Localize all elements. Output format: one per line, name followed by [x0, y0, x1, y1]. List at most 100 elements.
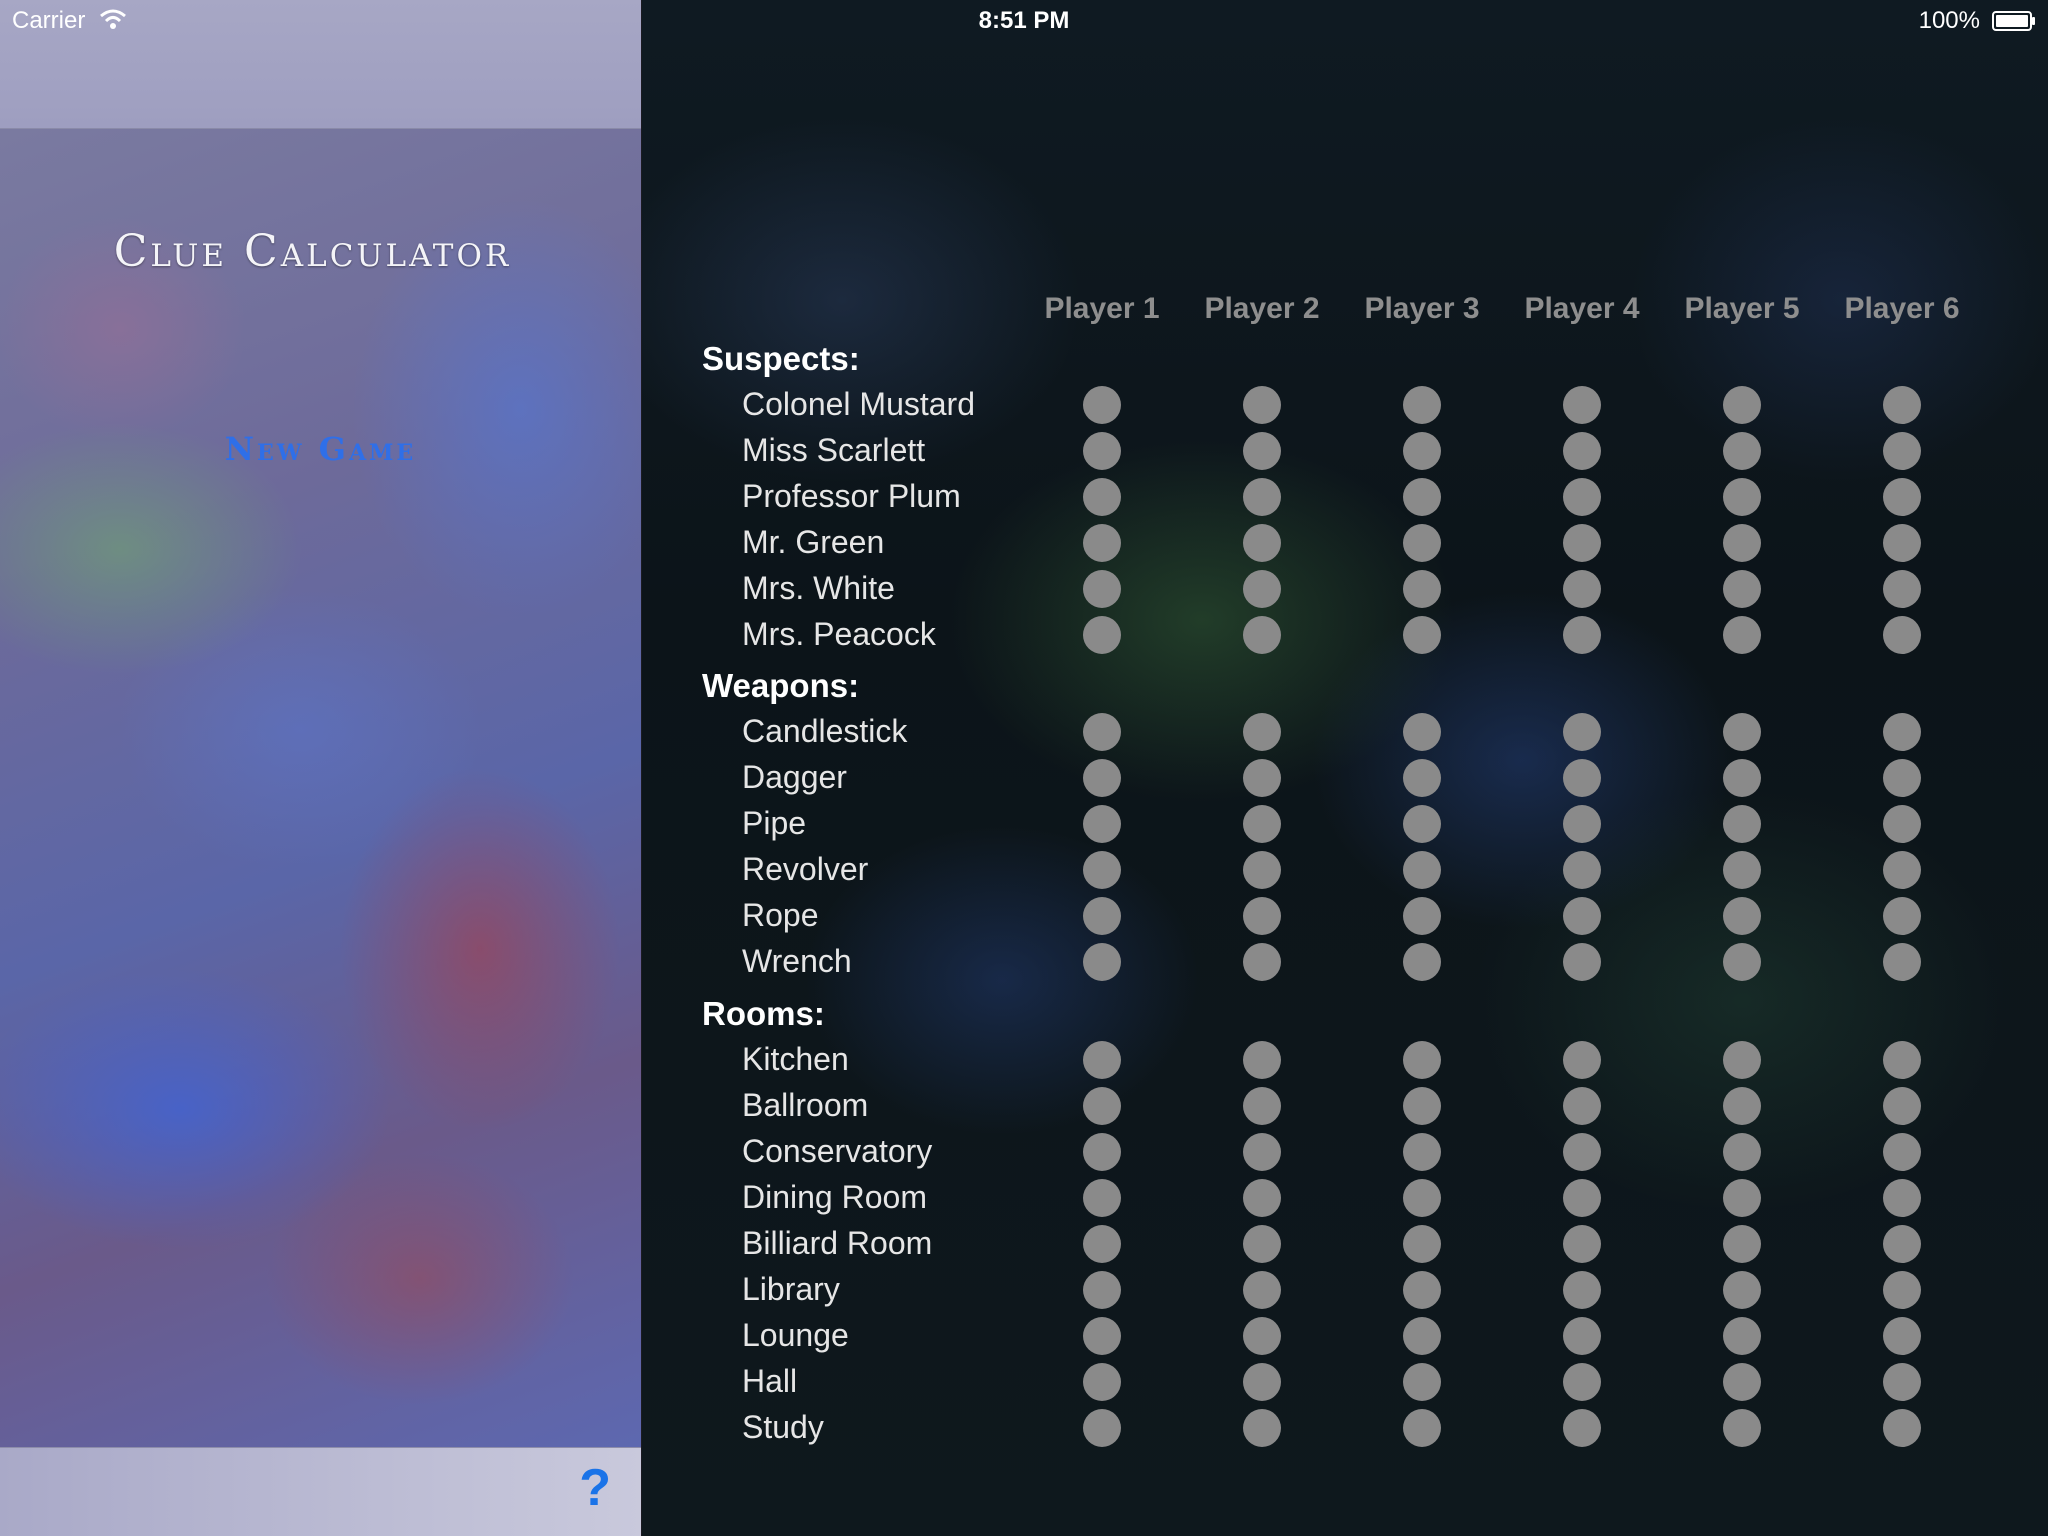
- card-status-dot[interactable]: [1563, 616, 1601, 654]
- card-status-dot[interactable]: [1083, 524, 1121, 562]
- card-status-dot[interactable]: [1723, 1363, 1761, 1401]
- card-status-dot[interactable]: [1723, 616, 1761, 654]
- card-status-dot[interactable]: [1403, 897, 1441, 935]
- card-status-dot[interactable]: [1883, 524, 1921, 562]
- card-status-dot[interactable]: [1243, 1133, 1281, 1171]
- card-status-dot[interactable]: [1563, 851, 1601, 889]
- card-status-dot[interactable]: [1403, 851, 1441, 889]
- card-status-dot[interactable]: [1883, 616, 1921, 654]
- card-status-dot[interactable]: [1243, 1225, 1281, 1263]
- card-status-dot[interactable]: [1883, 1317, 1921, 1355]
- card-status-dot[interactable]: [1243, 1041, 1281, 1079]
- card-status-dot[interactable]: [1243, 478, 1281, 516]
- card-status-dot[interactable]: [1243, 1409, 1281, 1447]
- card-status-dot[interactable]: [1403, 943, 1441, 981]
- card-status-dot[interactable]: [1403, 616, 1441, 654]
- card-status-dot[interactable]: [1883, 1041, 1921, 1079]
- card-status-dot[interactable]: [1563, 1041, 1601, 1079]
- card-status-dot[interactable]: [1243, 1363, 1281, 1401]
- card-status-dot[interactable]: [1723, 386, 1761, 424]
- card-status-dot[interactable]: [1083, 1271, 1121, 1309]
- card-status-dot[interactable]: [1883, 1087, 1921, 1125]
- card-status-dot[interactable]: [1083, 851, 1121, 889]
- card-status-dot[interactable]: [1083, 1133, 1121, 1171]
- card-status-dot[interactable]: [1083, 386, 1121, 424]
- card-status-dot[interactable]: [1083, 1225, 1121, 1263]
- card-status-dot[interactable]: [1243, 570, 1281, 608]
- card-status-dot[interactable]: [1403, 759, 1441, 797]
- card-status-dot[interactable]: [1883, 759, 1921, 797]
- card-status-dot[interactable]: [1723, 478, 1761, 516]
- card-status-dot[interactable]: [1883, 386, 1921, 424]
- card-status-dot[interactable]: [1563, 1363, 1601, 1401]
- card-status-dot[interactable]: [1723, 805, 1761, 843]
- card-status-dot[interactable]: [1083, 570, 1121, 608]
- card-status-dot[interactable]: [1403, 1133, 1441, 1171]
- card-status-dot[interactable]: [1883, 805, 1921, 843]
- card-status-dot[interactable]: [1403, 1225, 1441, 1263]
- help-button[interactable]: ?: [579, 1458, 611, 1518]
- card-status-dot[interactable]: [1403, 524, 1441, 562]
- card-status-dot[interactable]: [1883, 1225, 1921, 1263]
- card-status-dot[interactable]: [1723, 713, 1761, 751]
- card-status-dot[interactable]: [1883, 897, 1921, 935]
- card-status-dot[interactable]: [1403, 1271, 1441, 1309]
- card-status-dot[interactable]: [1883, 1271, 1921, 1309]
- card-status-dot[interactable]: [1883, 1179, 1921, 1217]
- card-status-dot[interactable]: [1883, 478, 1921, 516]
- card-status-dot[interactable]: [1083, 478, 1121, 516]
- card-status-dot[interactable]: [1563, 713, 1601, 751]
- card-status-dot[interactable]: [1083, 943, 1121, 981]
- card-status-dot[interactable]: [1083, 759, 1121, 797]
- card-status-dot[interactable]: [1723, 759, 1761, 797]
- card-status-dot[interactable]: [1083, 1317, 1121, 1355]
- card-status-dot[interactable]: [1563, 759, 1601, 797]
- card-status-dot[interactable]: [1083, 1087, 1121, 1125]
- card-status-dot[interactable]: [1243, 1317, 1281, 1355]
- card-status-dot[interactable]: [1243, 432, 1281, 470]
- card-status-dot[interactable]: [1083, 1409, 1121, 1447]
- card-status-dot[interactable]: [1083, 805, 1121, 843]
- card-status-dot[interactable]: [1883, 570, 1921, 608]
- card-status-dot[interactable]: [1403, 1041, 1441, 1079]
- card-status-dot[interactable]: [1723, 1133, 1761, 1171]
- card-status-dot[interactable]: [1883, 1133, 1921, 1171]
- card-status-dot[interactable]: [1243, 1271, 1281, 1309]
- card-status-dot[interactable]: [1563, 897, 1601, 935]
- card-status-dot[interactable]: [1883, 943, 1921, 981]
- card-status-dot[interactable]: [1403, 1087, 1441, 1125]
- card-status-dot[interactable]: [1723, 570, 1761, 608]
- card-status-dot[interactable]: [1083, 897, 1121, 935]
- card-status-dot[interactable]: [1563, 1179, 1601, 1217]
- card-status-dot[interactable]: [1563, 1225, 1601, 1263]
- card-status-dot[interactable]: [1563, 943, 1601, 981]
- card-status-dot[interactable]: [1403, 1317, 1441, 1355]
- card-status-dot[interactable]: [1243, 524, 1281, 562]
- card-status-dot[interactable]: [1883, 432, 1921, 470]
- card-status-dot[interactable]: [1083, 616, 1121, 654]
- card-status-dot[interactable]: [1563, 524, 1601, 562]
- card-status-dot[interactable]: [1723, 432, 1761, 470]
- card-status-dot[interactable]: [1243, 851, 1281, 889]
- card-status-dot[interactable]: [1563, 478, 1601, 516]
- card-status-dot[interactable]: [1243, 616, 1281, 654]
- card-status-dot[interactable]: [1883, 1363, 1921, 1401]
- card-status-dot[interactable]: [1403, 713, 1441, 751]
- card-status-dot[interactable]: [1403, 1179, 1441, 1217]
- card-status-dot[interactable]: [1243, 1179, 1281, 1217]
- card-status-dot[interactable]: [1083, 1179, 1121, 1217]
- card-status-dot[interactable]: [1723, 1179, 1761, 1217]
- card-status-dot[interactable]: [1403, 1409, 1441, 1447]
- card-status-dot[interactable]: [1723, 1225, 1761, 1263]
- card-status-dot[interactable]: [1243, 386, 1281, 424]
- card-status-dot[interactable]: [1083, 432, 1121, 470]
- card-status-dot[interactable]: [1243, 897, 1281, 935]
- card-status-dot[interactable]: [1083, 1363, 1121, 1401]
- card-status-dot[interactable]: [1723, 524, 1761, 562]
- card-status-dot[interactable]: [1883, 1409, 1921, 1447]
- card-status-dot[interactable]: [1243, 713, 1281, 751]
- card-status-dot[interactable]: [1403, 1363, 1441, 1401]
- card-status-dot[interactable]: [1403, 432, 1441, 470]
- card-status-dot[interactable]: [1403, 805, 1441, 843]
- card-status-dot[interactable]: [1723, 897, 1761, 935]
